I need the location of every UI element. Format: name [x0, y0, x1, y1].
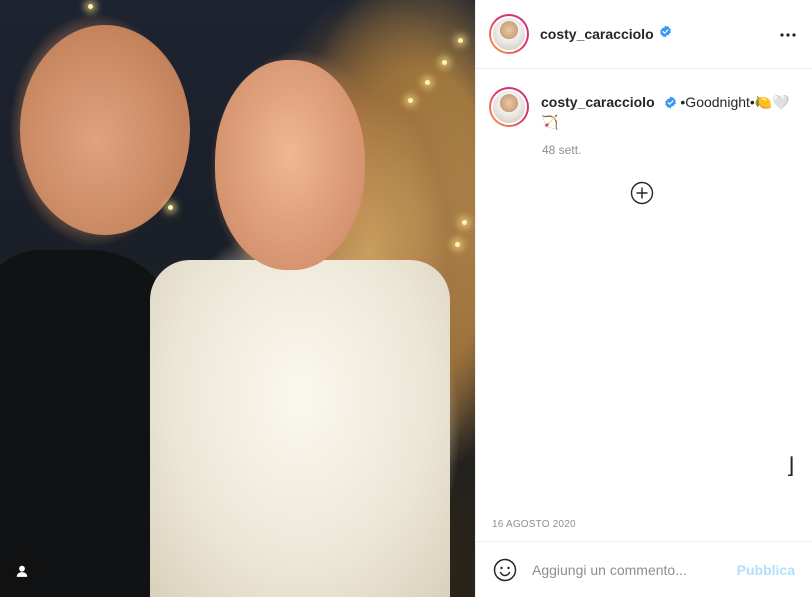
username-link[interactable]: costy_caracciolo [540, 26, 654, 42]
avatar[interactable] [489, 87, 529, 127]
photo-layer [20, 25, 190, 235]
verified-badge-icon [664, 95, 677, 113]
user-tag-icon[interactable] [8, 557, 36, 585]
post-header: costy_caracciolo [476, 0, 812, 69]
caption-username[interactable]: costy_caracciolo [541, 94, 655, 110]
post-photo[interactable] [0, 0, 475, 597]
caption-timestamp[interactable]: 48 sett. [542, 143, 581, 157]
string-light [88, 4, 93, 9]
post-caption: costy_caracciolo •Goodnight•🍋🤍 🏹 [489, 87, 809, 131]
avatar-image [491, 89, 527, 125]
string-light [462, 220, 467, 225]
photo-layer [150, 260, 450, 597]
emoji-icon[interactable] [492, 557, 518, 583]
photo-layer [215, 60, 365, 270]
string-light [455, 242, 460, 247]
publish-button[interactable]: Pubblica [737, 562, 795, 578]
avatar[interactable] [489, 14, 529, 54]
more-options-icon[interactable] [777, 24, 799, 46]
plus-circle-icon[interactable] [630, 181, 654, 205]
string-light [168, 205, 173, 210]
string-light [408, 98, 413, 103]
comment-form: Pubblica [476, 541, 812, 597]
caption-body-extra: 🏹 [541, 114, 559, 130]
avatar-image [491, 16, 527, 52]
caption-body: •Goodnight•🍋🤍 [680, 94, 790, 110]
string-light [425, 80, 430, 85]
string-light [458, 38, 463, 43]
comment-input[interactable] [532, 561, 722, 578]
bracket-glyph: ⌋ [786, 454, 795, 479]
verified-badge-icon [659, 25, 672, 43]
string-light [442, 60, 447, 65]
post-date[interactable]: 16 AGOSTO 2020 [492, 519, 576, 530]
post-side-panel: costy_caracciolo costy_caracciolo •Goodn… [475, 0, 812, 597]
caption-text: costy_caracciolo •Goodnight•🍋🤍 🏹 [541, 87, 790, 131]
